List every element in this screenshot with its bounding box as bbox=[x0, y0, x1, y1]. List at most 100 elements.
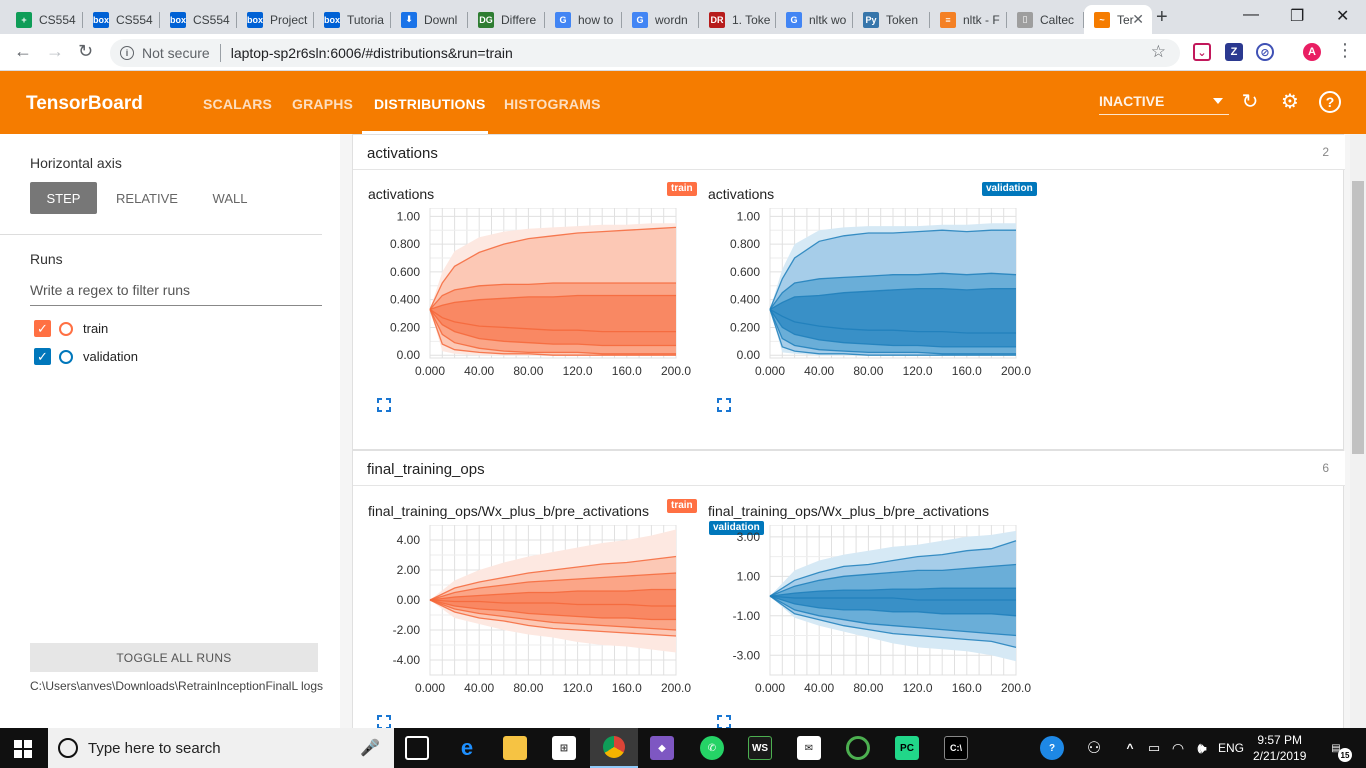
info-icon[interactable]: i bbox=[120, 46, 134, 60]
distribution-chart: -4.00 -2.00 0.00 2.00 4.00 0.000 40.00 80.00 120… bbox=[393, 525, 691, 695]
store-icon[interactable]: ⊞ bbox=[552, 736, 576, 760]
browser-tab[interactable]: box Tutoria bbox=[314, 5, 391, 34]
browser-tab[interactable]: ~ Ter ✕ bbox=[1084, 5, 1152, 34]
browser-tab[interactable]: Py Token bbox=[853, 5, 930, 34]
notification-icon[interactable]: 15 ▤ bbox=[1324, 736, 1352, 762]
maximize-icon[interactable]: ❐ bbox=[1290, 6, 1304, 26]
reload-icon[interactable]: ↻ bbox=[78, 41, 93, 62]
browser-tab[interactable]: Gnltk wo bbox=[776, 5, 853, 34]
expand-icon[interactable] bbox=[377, 715, 391, 728]
main-content: activations 2 activations train 0.00 0.20… bbox=[340, 134, 1350, 728]
browser-tab[interactable]: + CS554 bbox=[6, 5, 83, 34]
new-tab-button[interactable]: + bbox=[1156, 6, 1168, 29]
checkbox-checked-icon[interactable]: ✓ bbox=[34, 348, 51, 365]
x-tick-label: 40.00 bbox=[464, 364, 494, 378]
axis-wall-button[interactable]: WALL bbox=[200, 182, 260, 214]
category-count: 2 bbox=[1322, 145, 1329, 159]
browser-tab[interactable]: ▯ Caltec bbox=[1007, 5, 1084, 34]
gear-icon[interactable]: ⚙ bbox=[1279, 91, 1301, 113]
browser-tab[interactable]: ⬇ Downl bbox=[391, 5, 468, 34]
help-tray-icon[interactable]: ? bbox=[1040, 736, 1064, 760]
webstorm-icon[interactable]: WS bbox=[748, 736, 772, 760]
run-item-train[interactable]: ✓ train bbox=[34, 320, 108, 337]
edge-icon[interactable]: e bbox=[455, 735, 479, 760]
browser-tab[interactable]: box Project bbox=[237, 5, 314, 34]
expand-icon[interactable] bbox=[717, 398, 731, 412]
tab-label: CS554 bbox=[39, 12, 76, 27]
x-tick-label: 120.0 bbox=[903, 364, 933, 378]
pycharm-icon[interactable]: PC bbox=[895, 736, 919, 760]
task-view-icon[interactable] bbox=[405, 736, 429, 760]
pocket-extension-icon[interactable]: ⌄ bbox=[1193, 43, 1211, 61]
system-clock[interactable]: 9:57 PM 2/21/2019 bbox=[1253, 732, 1306, 764]
zotero-extension-icon[interactable]: Z bbox=[1225, 43, 1243, 61]
refresh-icon[interactable]: ↻ bbox=[1239, 91, 1261, 113]
browser-tab[interactable]: Ghow to bbox=[545, 5, 622, 34]
tab-close-icon[interactable]: ✕ bbox=[1132, 11, 1144, 28]
run-badge-train: train bbox=[667, 182, 697, 196]
address-bar[interactable]: i Not secure laptop-sp2r6sln:6006/#distr… bbox=[110, 39, 1180, 67]
file-explorer-icon[interactable] bbox=[503, 736, 527, 760]
scrollbar-thumb[interactable] bbox=[1352, 181, 1364, 454]
menu-icon[interactable]: ⋮ bbox=[1336, 40, 1354, 61]
tab-graphs[interactable]: GRAPHS bbox=[292, 96, 353, 112]
people-icon[interactable]: ⚇ bbox=[1082, 736, 1106, 760]
forward-icon[interactable]: → bbox=[46, 41, 64, 62]
horizontal-axis-label: Horizontal axis bbox=[30, 155, 122, 171]
category-header[interactable]: activations 2 bbox=[353, 135, 1345, 170]
app-title: TensorBoard bbox=[26, 93, 143, 114]
volume-icon[interactable]: 🕪 bbox=[1190, 736, 1214, 760]
tab-scalars[interactable]: SCALARS bbox=[203, 96, 272, 112]
run-item-validation[interactable]: ✓ validation bbox=[34, 348, 138, 365]
page-scrollbar[interactable] bbox=[1350, 134, 1366, 728]
clock-time: 9:57 PM bbox=[1257, 733, 1303, 747]
close-window-icon[interactable]: ✕ bbox=[1336, 6, 1349, 26]
x-tick-label: 200.0 bbox=[661, 364, 691, 378]
browser-tab[interactable]: Gwordn bbox=[622, 5, 699, 34]
windows-start-icon[interactable] bbox=[14, 740, 32, 758]
inactive-dropdown[interactable]: INACTIVE bbox=[1099, 93, 1229, 115]
taskbar-search-box[interactable]: Type here to search 🎤 bbox=[48, 728, 394, 768]
wifi-icon[interactable]: ◠ bbox=[1166, 736, 1190, 760]
browser-tab[interactable]: ≡ nltk - F bbox=[930, 5, 1007, 34]
y-tick-label: -2.00 bbox=[393, 623, 421, 637]
browser-tab[interactable]: box CS554 bbox=[83, 5, 160, 34]
x-tick-label: 80.00 bbox=[853, 681, 883, 695]
microphone-icon[interactable]: 🎤 bbox=[360, 738, 380, 758]
tab-distributions[interactable]: DISTRIBUTIONS bbox=[374, 96, 486, 112]
x-tick-label: 200.0 bbox=[661, 681, 691, 695]
browser-tab[interactable]: DG Differe bbox=[468, 5, 545, 34]
profile-avatar[interactable]: A bbox=[1303, 43, 1321, 61]
chevron-down-icon bbox=[1213, 98, 1223, 104]
tab-histograms[interactable]: HISTOGRAMS bbox=[504, 96, 601, 112]
language-indicator[interactable]: ENG bbox=[1218, 741, 1244, 755]
expand-icon[interactable] bbox=[377, 398, 391, 412]
expand-icon[interactable] bbox=[717, 715, 731, 728]
minimize-icon[interactable]: — bbox=[1243, 6, 1259, 24]
checkbox-checked-icon[interactable]: ✓ bbox=[34, 320, 51, 337]
back-icon[interactable]: ← bbox=[14, 41, 32, 62]
help-icon[interactable]: ? bbox=[1319, 91, 1341, 113]
toggle-all-runs-button[interactable]: TOGGLE ALL RUNS bbox=[30, 643, 318, 672]
tab-favicon-icon: DR bbox=[709, 11, 725, 28]
sync-app-icon[interactable] bbox=[846, 736, 870, 760]
axis-relative-button[interactable]: RELATIVE bbox=[106, 182, 188, 214]
battery-icon[interactable]: ▭ bbox=[1142, 736, 1166, 760]
mail-icon[interactable]: ✉ bbox=[797, 736, 821, 760]
show-hidden-icons[interactable]: ^ bbox=[1118, 736, 1142, 760]
git-icon[interactable]: ◆ bbox=[650, 736, 674, 760]
axis-step-button[interactable]: STEP bbox=[30, 182, 97, 214]
x-tick-label: 160.0 bbox=[612, 681, 642, 695]
category-header[interactable]: final_training_ops 6 bbox=[353, 451, 1345, 486]
cortana-icon bbox=[58, 738, 78, 758]
block-extension-icon[interactable]: ⊘ bbox=[1256, 43, 1274, 61]
terminal-icon[interactable]: C:\ bbox=[944, 736, 968, 760]
tab-label: Caltec bbox=[1040, 12, 1075, 27]
run-filter-input[interactable]: Write a regex to filter runs bbox=[30, 282, 322, 306]
whatsapp-icon[interactable]: ✆ bbox=[700, 736, 724, 760]
chrome-taskbar-item[interactable] bbox=[590, 728, 638, 768]
browser-tab[interactable]: DR 1. Toke bbox=[699, 5, 776, 34]
bookmark-star-icon[interactable]: ☆ bbox=[1151, 42, 1166, 62]
not-secure-label: Not secure bbox=[142, 45, 210, 61]
browser-tab[interactable]: box CS554 bbox=[160, 5, 237, 34]
